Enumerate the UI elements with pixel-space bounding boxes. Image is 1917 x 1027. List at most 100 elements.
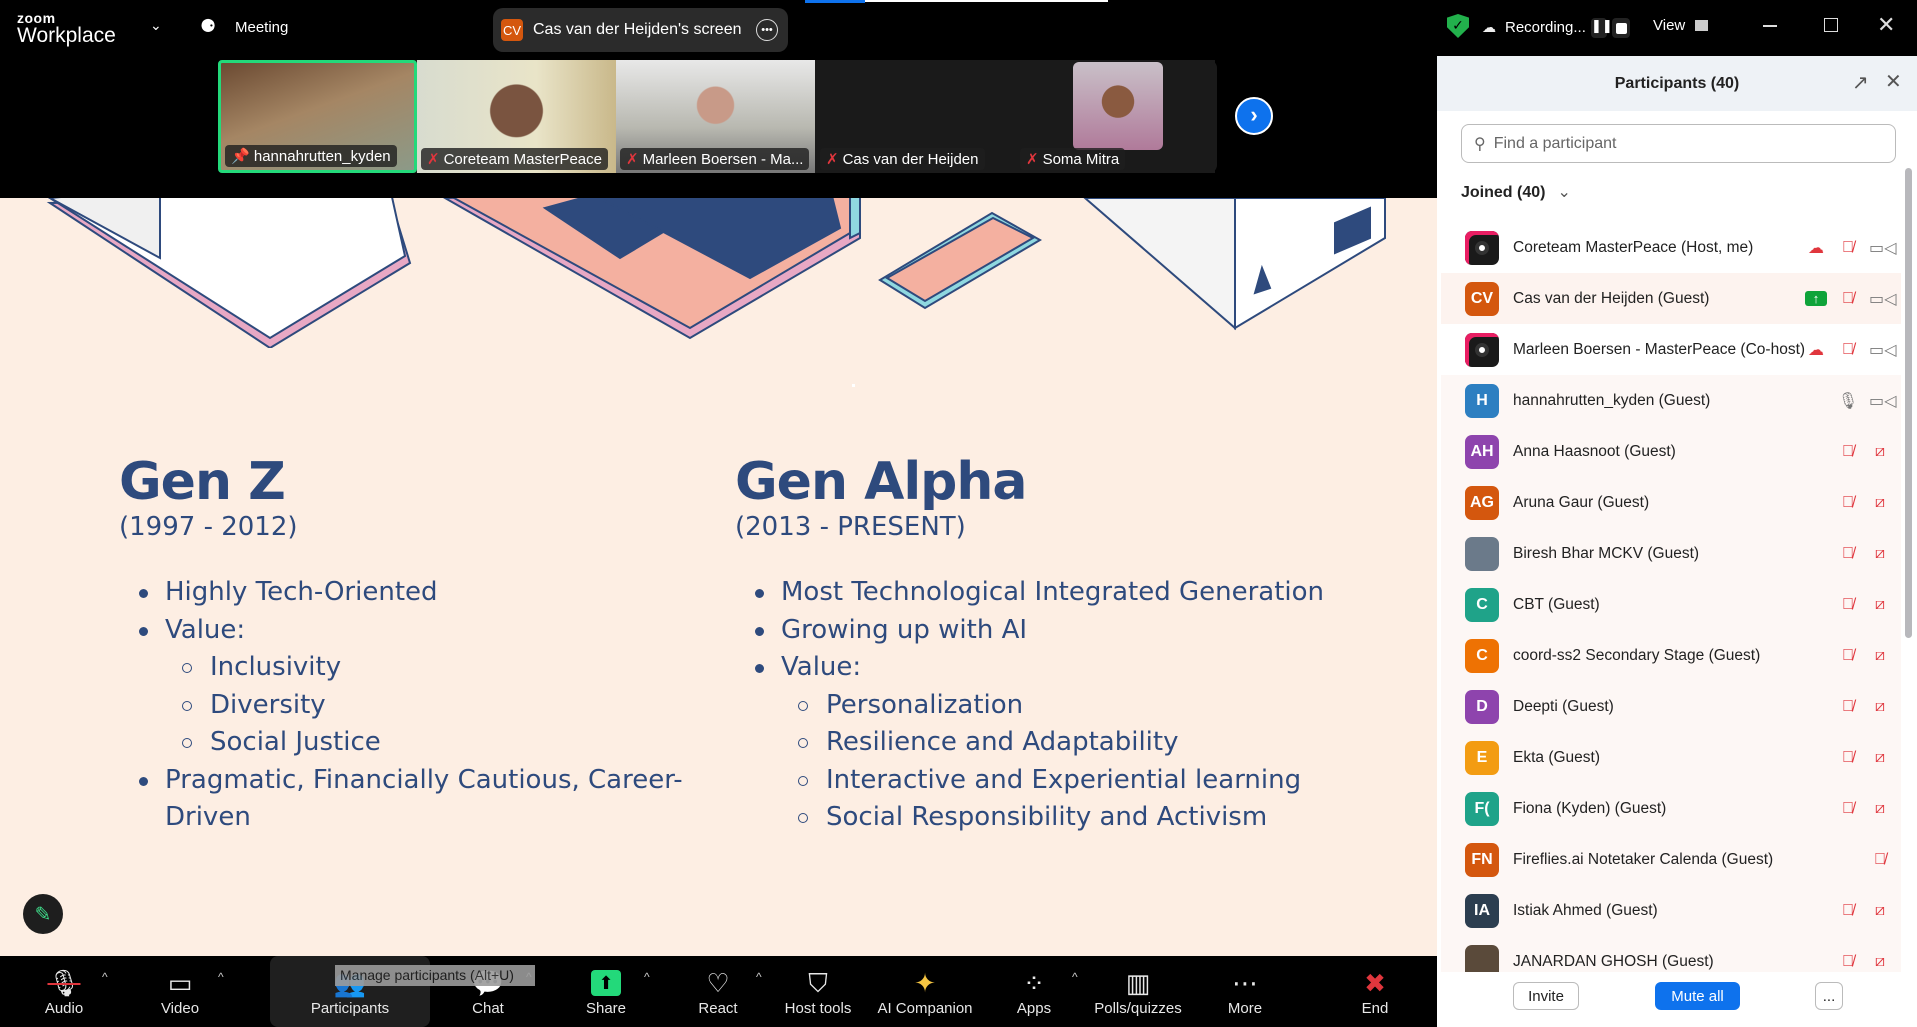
bullet-item: Value: (753, 649, 1324, 687)
caret-up-icon[interactable]: ^ (756, 970, 762, 984)
screen-sharing-icon[interactable]: ↑ (1805, 291, 1827, 306)
more-options-icon[interactable]: ••• (756, 19, 778, 41)
share-indicator[interactable]: CV Cas van der Heijden's screen ••• (493, 8, 788, 52)
sparkle-icon: ✦ (914, 968, 936, 998)
participant-row[interactable]: IA Istiak Ahmed (Guest) 🎙̸ ⧄ (1441, 885, 1901, 936)
mic-muted-icon[interactable]: 🎙̸ (1837, 239, 1859, 257)
video-off-icon[interactable]: ⧄ (1869, 494, 1891, 512)
video-icon[interactable]: ▭◁ (1869, 340, 1896, 360)
bullet-item: Pragmatic, Financially Cautious, Career- (137, 762, 683, 800)
participant-row[interactable]: F(Fiona (Kyden) (Guest) 🎙̸ ⧄ (1441, 783, 1901, 834)
close-window-icon[interactable]: ✕ (1877, 12, 1895, 38)
participant-row[interactable]: Coreteam MasterPeace (Host, me) ☁ 🎙̸ ▭◁ (1441, 222, 1901, 273)
view-grid-icon[interactable] (1695, 20, 1708, 31)
video-icon[interactable]: ▭◁ (1869, 391, 1896, 411)
video-icon[interactable]: ▭◁ (1869, 289, 1896, 309)
participant-row[interactable]: E Ekta (Guest) 🎙̸ ⧄ (1441, 732, 1901, 783)
gen-alpha-title: Gen Alpha (735, 452, 1027, 512)
next-page-arrow-icon[interactable]: › (1235, 97, 1273, 135)
video-off-icon[interactable]: ⧄ (1869, 953, 1891, 971)
caret-up-icon[interactable]: ^ (218, 970, 224, 984)
caret-up-icon[interactable]: ^ (102, 970, 108, 984)
pause-recording-icon[interactable]: ❚❚ (1591, 18, 1613, 38)
encryption-shield-icon[interactable]: ✓ (1447, 14, 1469, 38)
toolbar-apps-button[interactable]: ⁘ Apps (979, 956, 1089, 1027)
annotate-pencil-icon[interactable]: ✎ (23, 894, 63, 934)
participant-name: Fireflies.ai Notetaker Calenda (Guest) (1513, 850, 1774, 868)
toolbar-audio-button[interactable]: 🎙 Audio (9, 956, 119, 1027)
toolbar-share-button[interactable]: ⬆ Share (551, 956, 661, 1027)
mic-muted-icon[interactable]: 🎙̸ (1837, 698, 1859, 716)
mute-all-button[interactable]: Mute all (1655, 982, 1740, 1010)
video-off-icon[interactable]: ⧄ (1869, 647, 1891, 665)
find-participant-input[interactable]: ⚲ Find a participant (1461, 124, 1896, 163)
participant-row[interactable]: JANARDAN GHOSH (Guest) 🎙̸ ⧄ (1441, 936, 1901, 972)
stop-recording-icon[interactable] (1612, 18, 1630, 38)
toolbar-label: Participants (310, 1000, 390, 1017)
video-off-icon[interactable]: ⧄ (1869, 545, 1891, 563)
joined-section-toggle[interactable]: Joined (40) ⌄ (1461, 182, 1571, 202)
view-button[interactable]: View (1653, 17, 1685, 34)
mic-muted-icon[interactable]: 🎙̸ (1837, 341, 1859, 359)
end-icon: ✖ (1364, 968, 1386, 998)
video-thumbnail[interactable]: ✗ Cas van der Heijden (816, 60, 1015, 173)
restore-icon[interactable] (1824, 18, 1838, 32)
mic-muted-icon[interactable]: 🎙̸ (1837, 953, 1859, 971)
video-thumbnail[interactable]: ✗ Marleen Boersen - Ma... (616, 60, 815, 173)
more-options-button[interactable]: ... (1815, 982, 1843, 1010)
chevron-down-icon[interactable]: ⌄ (150, 17, 162, 34)
caret-up-icon[interactable]: ^ (644, 970, 650, 984)
participant-row[interactable]: Biresh Bhar MCKV (Guest) 🎙̸ ⧄ (1441, 528, 1901, 579)
participant-row[interactable]: Ccoord-ss2 Secondary Stage (Guest) 🎙̸ ⧄ (1441, 630, 1901, 681)
sharer-avatar: CV (501, 19, 523, 41)
mic-muted-icon[interactable]: 🎙̸ (1837, 902, 1859, 920)
toolbar-more-button[interactable]: ⋯ More (1190, 956, 1300, 1027)
toolbar-host-tools-button[interactable]: ⛉ Host tools (763, 956, 873, 1027)
mic-muted-icon[interactable]: 🎙̸ (1837, 443, 1859, 461)
video-icon[interactable]: ▭◁ (1869, 238, 1896, 258)
video-off-icon[interactable]: ⧄ (1869, 596, 1891, 614)
participant-list-scrollbar[interactable] (1905, 168, 1912, 638)
avatar (1465, 944, 1499, 972)
participant-row[interactable]: D Deepti (Guest) 🎙̸ ⧄ (1441, 681, 1901, 732)
video-off-icon[interactable]: ⧄ (1869, 902, 1891, 920)
video-off-icon[interactable]: ⧄ (1869, 749, 1891, 767)
mic-muted-icon[interactable]: 🎙̸ (1837, 545, 1859, 563)
minimize-icon[interactable] (1763, 25, 1777, 27)
mic-muted-icon[interactable]: 🎙̸ (1837, 494, 1859, 512)
video-thumbnail[interactable]: ✗ Coreteam MasterPeace (417, 60, 616, 173)
cloud-recording-icon[interactable]: ☁ (1805, 340, 1827, 360)
video-off-icon[interactable]: ⧄ (1869, 443, 1891, 461)
caret-up-icon[interactable]: ^ (1072, 970, 1078, 984)
mic-muted-icon[interactable]: 🎙̸ (1837, 290, 1859, 308)
video-off-icon[interactable]: ⧄ (1869, 698, 1891, 716)
video-off-icon[interactable]: ⧄ (1869, 800, 1891, 818)
mic-muted-icon[interactable]: 🎙̸ (1837, 800, 1859, 818)
cloud-recording-icon[interactable]: ☁ (1805, 238, 1827, 258)
participant-name: Aruna Gaur (Guest) (1513, 493, 1650, 511)
toolbar-end-button[interactable]: ✖ End (1320, 956, 1430, 1027)
avatar: C (1465, 587, 1499, 622)
toolbar-polls-quizzes-button[interactable]: ▥ Polls/quizzes (1083, 956, 1193, 1027)
participant-row[interactable]: Marleen Boersen - MasterPeace (Co-host) ☁… (1441, 324, 1901, 375)
toolbar-ai-companion-button[interactable]: ✦ AI Companion (870, 956, 980, 1027)
participant-row[interactable]: AH Anna Haasnoot (Guest) 🎙̸ ⧄ (1441, 426, 1901, 477)
close-panel-icon[interactable]: ✕ (1885, 69, 1902, 94)
video-thumbnail[interactable]: ✗ Soma Mitra (1016, 60, 1215, 173)
mic-muted-icon[interactable]: 🎙̸ (1837, 647, 1859, 665)
participant-row[interactable]: CV Cas van der Heijden (Guest) ↑ 🎙̸ ▭◁ (1441, 273, 1901, 324)
toolbar-react-button[interactable]: ♡ React (663, 956, 773, 1027)
participant-row[interactable]: FN Fireflies.ai Notetaker Calenda (Guest)… (1441, 834, 1901, 885)
mic-icon[interactable]: 🎙 (1837, 391, 1859, 411)
participant-row[interactable]: Hhannahrutten_kyden (Guest) 🎙 ▭◁ (1441, 375, 1901, 426)
invite-button[interactable]: Invite (1513, 982, 1579, 1010)
mic-muted-icon[interactable]: 🎙̸ (1837, 596, 1859, 614)
mic-muted-icon[interactable]: 🎙̸ (1837, 749, 1859, 767)
pop-out-icon[interactable]: ↗ (1852, 70, 1869, 95)
video-thumbnail[interactable]: 📌 hannahrutten_kyden (218, 60, 417, 173)
participant-row[interactable]: AG Aruna Gaur (Guest) 🎙̸ ⧄ (1441, 477, 1901, 528)
meeting-label[interactable]: Meeting (235, 19, 288, 36)
toolbar-video-button[interactable]: ▭ Video (125, 956, 235, 1027)
participant-row[interactable]: C CBT (Guest) 🎙̸ ⧄ (1441, 579, 1901, 630)
mic-muted-icon[interactable]: 🎙̸ (1869, 851, 1891, 869)
